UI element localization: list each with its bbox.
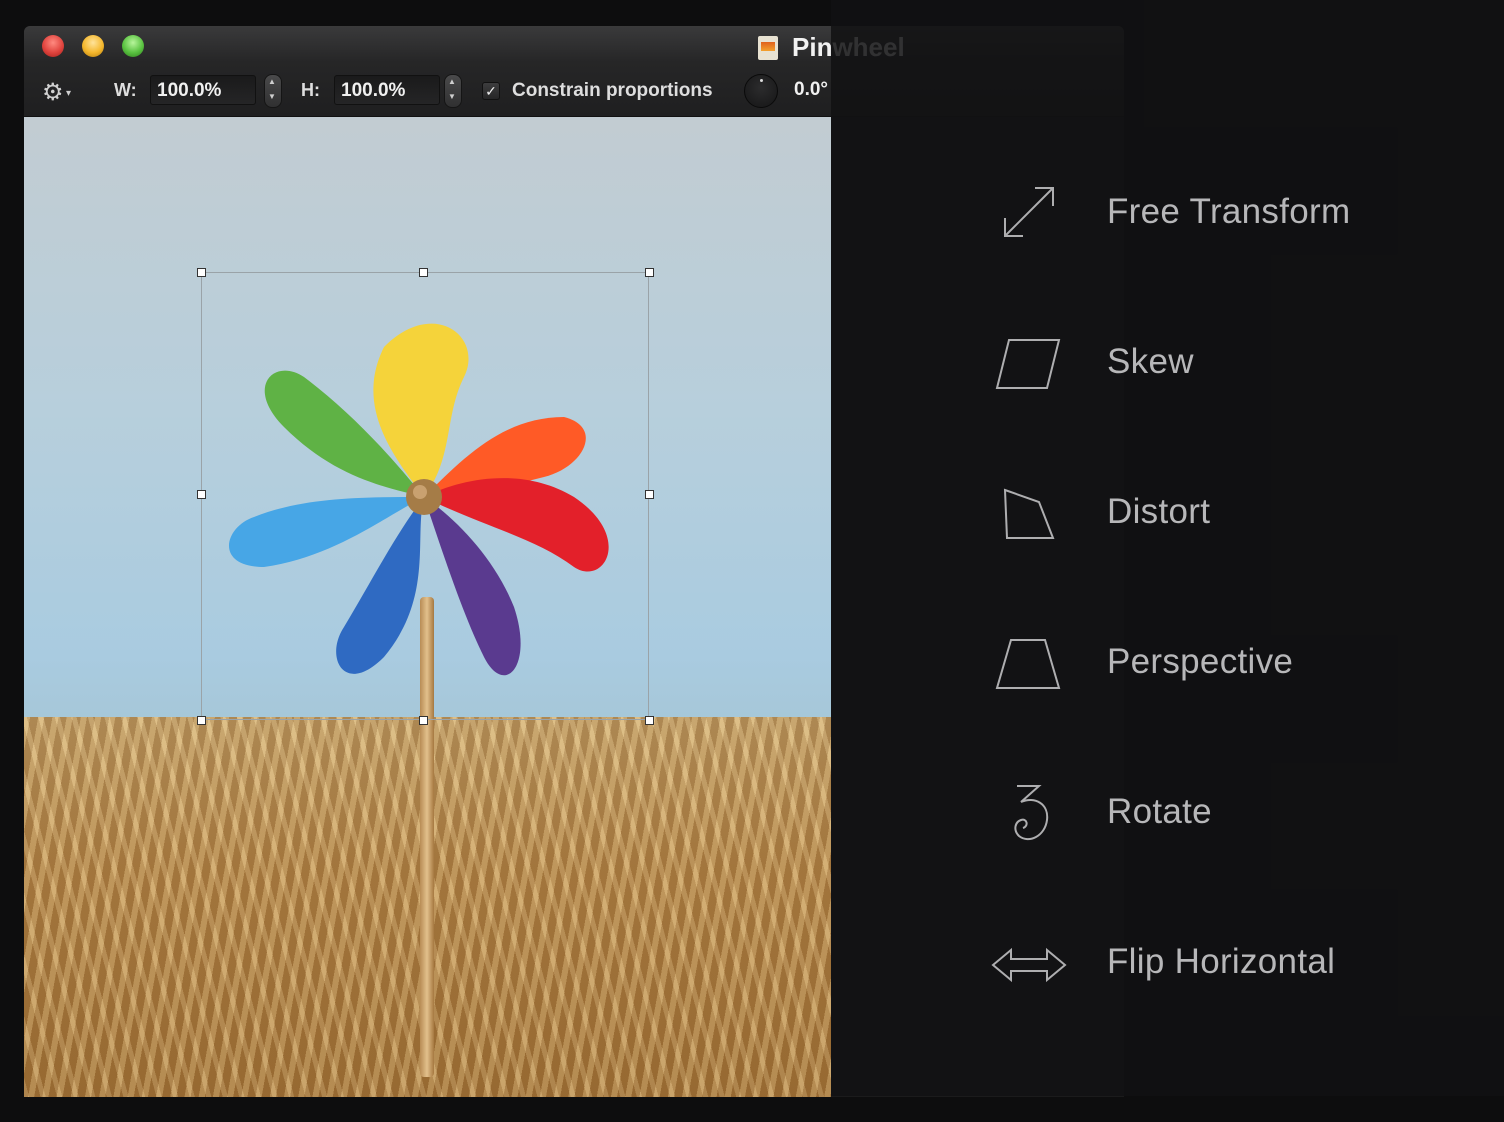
height-field[interactable]: 100.0% [334, 75, 440, 105]
handle-bottom-left[interactable] [197, 716, 206, 725]
handle-middle-right[interactable] [645, 490, 654, 499]
distort-icon [1003, 488, 1055, 539]
menu-label: Skew [1107, 342, 1194, 381]
height-label: H: [301, 80, 320, 100]
width-field[interactable]: 100.0% [150, 75, 256, 105]
transform-bounding-box[interactable] [201, 272, 649, 720]
image-canvas[interactable] [24, 117, 831, 1097]
menu-item-rotate[interactable]: Rotate [831, 740, 1504, 890]
menu-label: Rotate [1107, 792, 1212, 831]
perspective-icon [995, 639, 1061, 689]
menu-label: Perspective [1107, 642, 1294, 681]
chevron-down-icon[interactable]: ▾ [66, 88, 71, 99]
handle-bottom-right[interactable] [645, 716, 654, 725]
width-label: W: [114, 80, 137, 100]
menu-item-perspective[interactable]: Perspective [831, 590, 1504, 740]
constrain-proportions-label[interactable]: Constrain proportions [512, 80, 713, 102]
menu-label: Distort [1107, 492, 1211, 531]
height-stepper[interactable] [444, 74, 462, 108]
handle-bottom-center[interactable] [419, 716, 428, 725]
minimize-window-button[interactable] [82, 35, 104, 57]
handle-middle-left[interactable] [197, 490, 206, 499]
menu-label: Free Transform [1107, 192, 1351, 231]
menu-item-distort[interactable]: Distort [831, 440, 1504, 590]
skew-icon [995, 339, 1061, 389]
gear-icon[interactable]: ⚙ [42, 78, 64, 107]
document-icon [758, 36, 778, 60]
close-window-button[interactable] [42, 35, 64, 57]
menu-item-flip-horizontal[interactable]: Flip Horizontal [831, 890, 1504, 1040]
menu-item-free-transform[interactable]: Free Transform [831, 140, 1504, 290]
handle-top-left[interactable] [197, 268, 206, 277]
rotate-icon [1014, 785, 1049, 841]
rotation-knob[interactable] [744, 74, 778, 108]
zoom-window-button[interactable] [122, 35, 144, 57]
menu-label: Flip Horizontal [1107, 942, 1336, 981]
handle-top-right[interactable] [645, 268, 654, 277]
menu-item-skew[interactable]: Skew [831, 290, 1504, 440]
free-transform-icon [1004, 187, 1054, 237]
flip-horizontal-icon [991, 947, 1067, 983]
constrain-proportions-checkbox[interactable]: ✓ [482, 82, 500, 100]
width-stepper[interactable] [264, 74, 282, 108]
handle-top-center[interactable] [419, 268, 428, 277]
